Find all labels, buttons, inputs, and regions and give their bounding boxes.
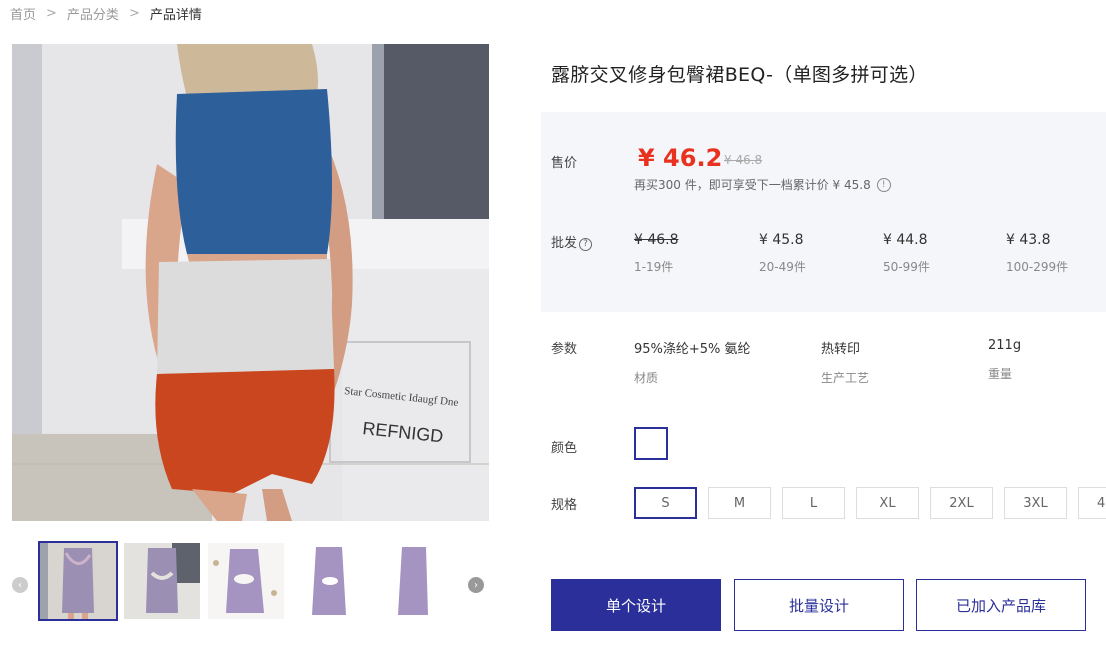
tier-price: ¥ 46.8	[634, 232, 679, 248]
thumbnail-strip: ‹ ›	[12, 540, 489, 621]
current-price: ¥ 46.2	[638, 144, 723, 172]
main-product-photo: Star Cosmetic Idaugf Dne REFNIGD	[12, 44, 489, 521]
param-key: 材质	[634, 371, 659, 385]
size-option-2xl[interactable]: 2XL	[930, 487, 993, 519]
tier-range: 1-19件	[634, 260, 674, 274]
param-key: 生产工艺	[821, 371, 870, 385]
batch-design-button[interactable]: 批量设计	[734, 579, 904, 631]
param-weight: 211g 重量	[988, 338, 1021, 382]
size-option-4xl[interactable]: 4	[1078, 487, 1106, 519]
added-to-library-button[interactable]: 已加入产品库	[916, 579, 1086, 631]
chevron-left-icon[interactable]: ‹	[12, 577, 28, 593]
wholesale-tier: ¥ 44.8 50-99件	[883, 232, 973, 275]
wholesale-label: 批发?	[551, 232, 593, 251]
size-option-l[interactable]: L	[782, 487, 845, 519]
thumbnail[interactable]	[208, 543, 284, 619]
wholesale-tier: ¥ 45.8 20-49件	[759, 232, 849, 275]
breadcrumb-category[interactable]: 产品分类	[67, 4, 119, 23]
original-price: ¥ 46.8	[724, 153, 763, 167]
price-panel	[541, 112, 1106, 312]
breadcrumb-current: 产品详情	[149, 8, 202, 23]
wholesale-label-text: 批发	[551, 236, 578, 251]
thumbnail[interactable]	[124, 543, 200, 619]
info-icon[interactable]: !	[876, 177, 891, 192]
color-swatch-white[interactable]	[634, 427, 668, 460]
size-option-m[interactable]: M	[708, 487, 771, 519]
price-tier-note: 再买300 件，即可享受下一档累计价 ¥ 45.8 !	[634, 176, 891, 193]
price-label: 售价	[551, 156, 578, 171]
thumbnail[interactable]	[376, 543, 452, 619]
breadcrumb-separator: >	[46, 6, 57, 21]
tier-price: ¥ 45.8	[759, 232, 804, 248]
chevron-right-icon[interactable]: ›	[468, 577, 484, 593]
param-material: 95%涤纶+5% 氨纶 材质	[634, 338, 751, 386]
breadcrumb-home[interactable]: 首页	[10, 4, 36, 23]
param-value: 热转印	[821, 342, 861, 357]
tier-range: 20-49件	[759, 260, 806, 274]
size-option-s[interactable]: S	[634, 487, 697, 519]
tier-range: 100-299件	[1006, 260, 1069, 274]
param-process: 热转印 生产工艺	[821, 338, 869, 386]
breadcrumb: 首页 > 产品分类 > 产品详情	[10, 4, 202, 23]
param-value: 95%涤纶+5% 氨纶	[634, 342, 751, 357]
color-label: 颜色	[551, 441, 578, 456]
size-label: 规格	[551, 498, 578, 513]
price-tier-note-text: 再买300 件，即可享受下一档累计价 ¥ 45.8	[634, 178, 871, 192]
question-icon[interactable]: ?	[579, 237, 593, 251]
thumbnail[interactable]	[292, 543, 368, 619]
size-option-3xl[interactable]: 3XL	[1004, 487, 1067, 519]
size-option-xl[interactable]: XL	[856, 487, 919, 519]
params-label: 参数	[551, 342, 578, 357]
single-design-button[interactable]: 单个设计	[551, 579, 721, 631]
thumbnail[interactable]	[38, 541, 118, 621]
tier-price: ¥ 44.8	[883, 232, 928, 248]
param-key: 重量	[988, 367, 1013, 381]
breadcrumb-separator: >	[128, 6, 140, 21]
wholesale-tier: ¥ 46.8 1-19件	[634, 232, 724, 275]
tier-price: ¥ 43.8	[1006, 232, 1051, 248]
product-title: 露脐交叉修身包臀裙BEQ-（单图多拼可选）	[551, 64, 928, 86]
param-value: 211g	[988, 338, 1022, 353]
tier-range: 50-99件	[883, 260, 930, 274]
wholesale-tier: ¥ 43.8 100-299件	[1006, 232, 1096, 275]
